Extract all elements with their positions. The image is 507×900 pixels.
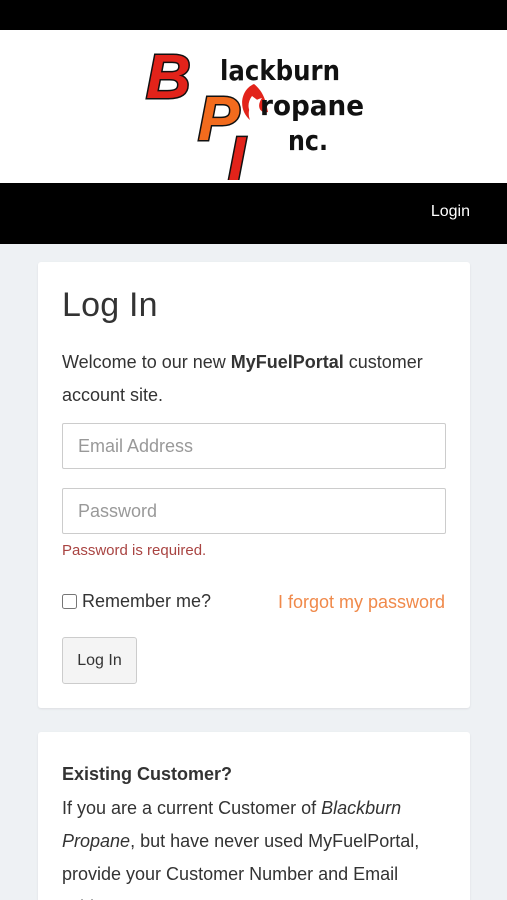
welcome-brand: MyFuelPortal <box>230 352 344 372</box>
info-text-part-1: If you are a current Customer of <box>62 798 322 818</box>
logo-word-lackburn: lackburn <box>220 54 340 87</box>
welcome-text: Welcome to our new MyFuelPortal customer… <box>62 346 452 412</box>
remember-me-label: Remember me? <box>82 591 212 611</box>
status-bar <box>0 0 507 30</box>
forgot-password-link[interactable]: I forgot my password <box>278 592 445 613</box>
brand-header: B P I lackburn ropane nc. <box>0 30 507 183</box>
email-field[interactable] <box>62 423 446 469</box>
password-field[interactable] <box>62 488 446 534</box>
logo-word-nc: nc. <box>288 124 328 157</box>
logo-word-ropane: ropane <box>260 89 364 122</box>
remember-me[interactable]: Remember me? <box>62 591 211 612</box>
logo-initial-i: I <box>228 125 247 180</box>
existing-customer-text: If you are a current Customer of Blackbu… <box>62 792 452 900</box>
nav-login-link[interactable]: Login <box>431 203 470 221</box>
password-error-message: Password is required. <box>62 542 207 559</box>
company-logo[interactable]: B P I lackburn ropane nc. <box>142 40 368 181</box>
remember-me-checkbox[interactable] <box>62 594 77 609</box>
page-title: Log In <box>62 286 158 324</box>
welcome-prefix: Welcome to our new <box>62 352 231 372</box>
logo-initial-b: B <box>146 43 191 112</box>
login-submit-button[interactable]: Log In <box>62 637 137 684</box>
login-card: Log In Welcome to our new MyFuelPortal c… <box>38 262 470 708</box>
top-nav: Login <box>0 183 507 244</box>
existing-customer-heading: Existing Customer? <box>62 764 233 784</box>
existing-customer-card: Existing Customer? If you are a current … <box>38 732 470 900</box>
